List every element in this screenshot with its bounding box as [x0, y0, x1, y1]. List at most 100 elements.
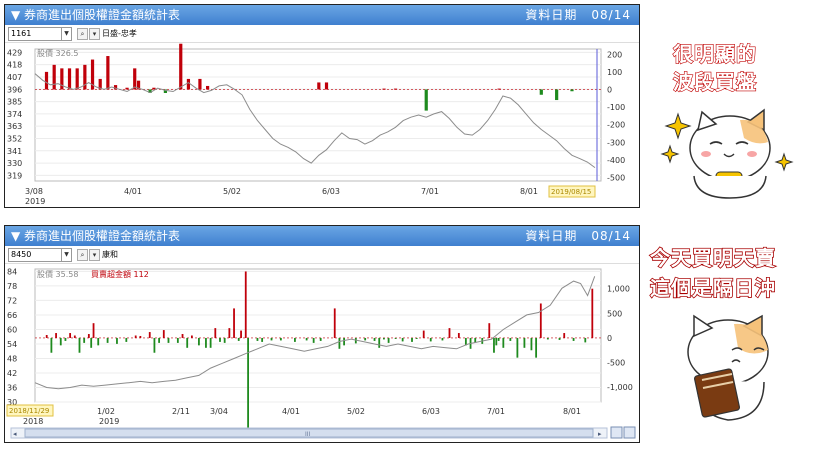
bar [441, 337, 444, 341]
bar [493, 337, 495, 353]
y-right-tick-label: 1,000 [607, 285, 630, 294]
bar [539, 303, 542, 338]
y-left-tick-label: 72 [7, 296, 17, 305]
bar [558, 337, 561, 340]
x-year-label: 2019 [99, 417, 119, 426]
sparkle-icon [664, 112, 692, 140]
x-tick-label: 2/11 [172, 407, 190, 416]
bar [415, 337, 418, 339]
bar [228, 328, 231, 338]
bar [186, 78, 191, 90]
bar [198, 78, 202, 90]
panel-1-titlebar: ▼ 券商進出個股權證金額統計表 資料日期 08/14 [5, 5, 639, 25]
zoom-in-icon[interactable] [610, 426, 623, 439]
bar [125, 87, 129, 90]
y-right-tick-label: -400 [607, 156, 625, 165]
x-tick-label: 5/02 [347, 407, 365, 416]
y-right-tick-label: 0 [607, 85, 612, 94]
bar [205, 337, 207, 348]
series-label: 買賣超金額 112 [91, 269, 149, 279]
bar [394, 337, 397, 339]
happy-cat-illustration [660, 108, 794, 199]
chevron-down-icon[interactable]: ▼ [61, 249, 71, 261]
bar [214, 328, 217, 338]
bar [387, 337, 390, 343]
bar [497, 88, 501, 90]
y-right-tick-label: -200 [607, 121, 625, 130]
bar [134, 335, 137, 338]
bar [244, 271, 247, 338]
price-line [34, 276, 596, 390]
bar [162, 330, 165, 338]
search-icon[interactable]: ⌕ [77, 249, 88, 261]
bar [97, 337, 100, 346]
bar [523, 337, 526, 348]
bar [497, 337, 500, 341]
panel-1-date-label: 資料日期 [525, 8, 578, 22]
caret-down-icon[interactable]: ▾ [89, 28, 100, 40]
bar [106, 337, 109, 343]
price-label: 股價 326.5 [37, 49, 78, 58]
search-icon[interactable]: ⌕ [77, 28, 88, 40]
bar [555, 89, 559, 101]
date-tag: 2019/08/15 [551, 188, 591, 196]
panel-2-code-input[interactable]: 8450 ▼ [8, 248, 72, 262]
x-tick-label: 8/01 [563, 407, 581, 416]
sparkle-icon [660, 144, 680, 164]
y-right-tick-label: -300 [607, 138, 625, 147]
y-left-tick-label: 385 [7, 98, 22, 107]
bar [584, 337, 587, 343]
bar [186, 337, 189, 348]
panel-1-stock-name: 日盛-忠孝 [102, 29, 137, 38]
bar [223, 337, 226, 343]
scroll-left-icon[interactable]: ◂ [13, 430, 17, 438]
panel-1-code-input[interactable]: 1161 ▼ [8, 27, 72, 41]
zoom-out-icon[interactable] [623, 426, 636, 439]
x-tick-label: 1/02 [97, 407, 115, 416]
bar [167, 337, 170, 343]
bar [401, 337, 404, 342]
caption-1-line-1: 很明顯的 [672, 41, 757, 66]
bar [530, 337, 533, 351]
bar [190, 335, 193, 338]
bar [116, 337, 118, 344]
bar [383, 337, 385, 340]
panel-1-date-value: 08/14 [591, 8, 631, 22]
y-left-tick-label: 418 [7, 61, 22, 70]
bar [364, 337, 367, 341]
bar [317, 82, 321, 90]
bar [324, 82, 329, 90]
bar [411, 337, 413, 342]
bar [237, 337, 240, 341]
scrollbar-grip: III [305, 431, 311, 438]
bar [133, 68, 137, 90]
y-left-tick-label: 42 [7, 369, 17, 378]
y-right-tick-label: 200 [607, 50, 622, 59]
bar [181, 334, 184, 338]
sparkle-icon [774, 152, 794, 172]
y-left-tick-label: 54 [7, 340, 17, 349]
bar [256, 337, 259, 341]
x-tick-label: 4/01 [124, 187, 142, 196]
scroll-right-icon[interactable]: ▸ [598, 430, 602, 438]
bar [59, 337, 62, 346]
x-tick-label: 6/03 [422, 407, 440, 416]
caret-down-icon[interactable]: ▾ [89, 249, 100, 261]
panel-2-toolbar: 8450 ▼ ⌕ ▾ 康和 [5, 246, 639, 264]
price-line [34, 73, 596, 169]
chevron-down-icon[interactable]: ▼ [61, 28, 71, 40]
y-right-tick-label: 0 [607, 334, 612, 343]
bar [457, 333, 460, 338]
bar [448, 328, 451, 338]
y-left-tick-label: 352 [7, 134, 22, 143]
bar [488, 323, 491, 338]
caption-2-line-1: 今天買明天賣 [649, 245, 776, 271]
y-left-tick-label: 374 [7, 110, 22, 119]
bar [240, 330, 242, 338]
panel-1-chart: 429 418 407 396 385 374 363 352 341 330 319 200 100 0… [7, 43, 625, 206]
y-left-tick-label: 66 [7, 311, 17, 320]
bar [516, 337, 519, 358]
y-left-tick-label: 407 [7, 73, 22, 82]
bar [429, 337, 432, 342]
x-tick-label: 6/03 [322, 187, 340, 196]
